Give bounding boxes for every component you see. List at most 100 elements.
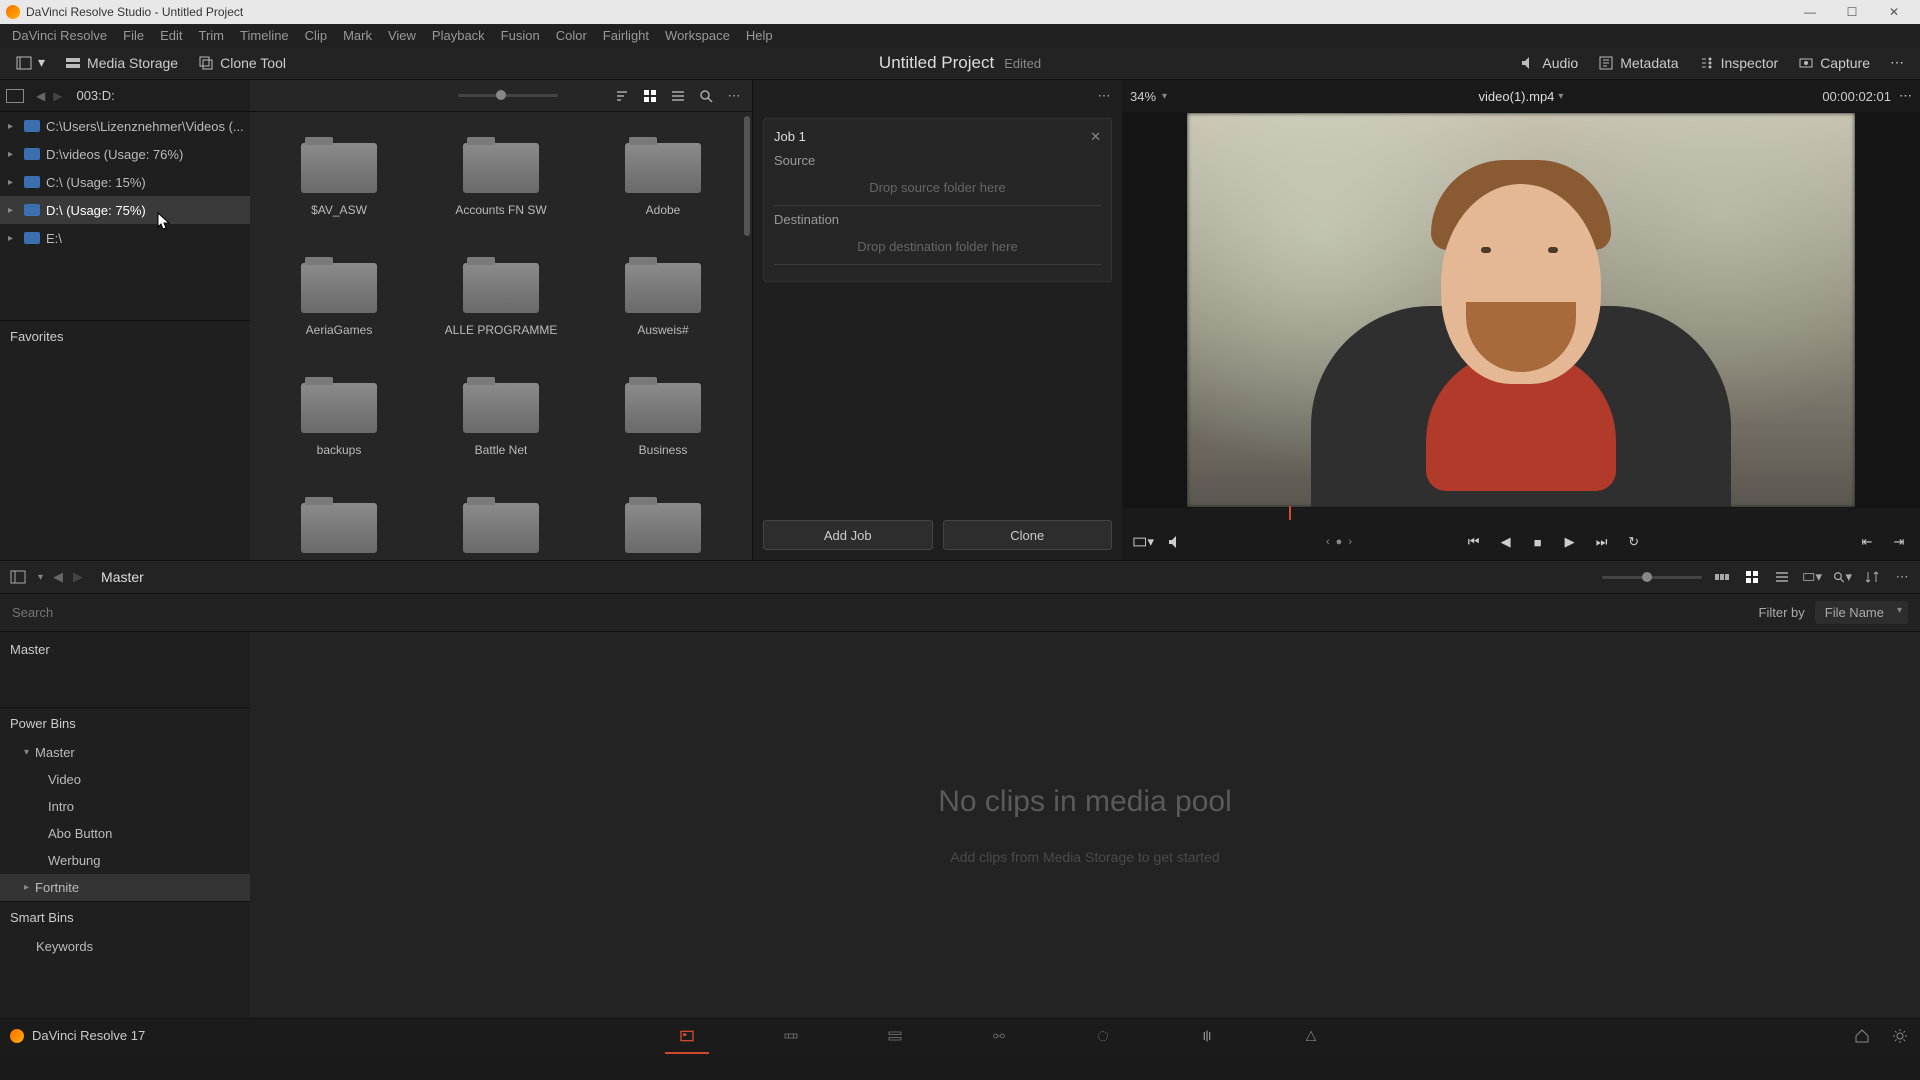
page-deliver-button[interactable] <box>1299 1024 1323 1048</box>
folder-item[interactable]: Business <box>584 362 742 478</box>
layout-dropdown-button[interactable]: ▾ <box>6 50 55 75</box>
folder-item[interactable]: $AV_ASW <box>260 122 418 238</box>
power-bin-child[interactable]: Abo Button <box>0 820 250 847</box>
stop-button[interactable]: ■ <box>1527 531 1549 553</box>
viewer-scrubber[interactable] <box>1134 508 1908 524</box>
metadata-panel-button[interactable]: Metadata <box>1588 50 1688 75</box>
sort-button[interactable] <box>612 86 632 106</box>
in-out-button[interactable]: ⇥ <box>1888 531 1910 553</box>
chevron-down-icon[interactable]: ▾ <box>1558 91 1563 102</box>
power-bin-child[interactable]: Video <box>0 766 250 793</box>
menu-trim[interactable]: Trim <box>191 28 233 43</box>
page-edit-button[interactable] <box>883 1024 907 1048</box>
power-bin-child[interactable]: Intro <box>0 793 250 820</box>
page-color-button[interactable] <box>1091 1024 1115 1048</box>
folder-item[interactable]: ALLE PROGRAMME <box>422 242 580 358</box>
loop-button[interactable]: ↻ <box>1623 531 1645 553</box>
jump-first-button[interactable]: ⏮ <box>1463 531 1485 553</box>
menu-fusion[interactable]: Fusion <box>493 28 548 43</box>
drive-tree-item[interactable]: ▸C:\ (Usage: 15%) <box>0 168 250 196</box>
clone-destination-dropzone[interactable]: Drop destination folder here <box>774 229 1101 265</box>
pool-sort-button[interactable] <box>1862 567 1882 587</box>
pool-more-button[interactable]: ⋯ <box>1892 567 1912 587</box>
project-settings-button[interactable] <box>1890 1026 1910 1046</box>
inspector-panel-button[interactable]: Inspector <box>1689 50 1789 75</box>
chevron-down-icon[interactable]: ▾ <box>38 572 43 583</box>
more-menu-button[interactable]: ⋯ <box>1880 50 1914 75</box>
match-frame-button[interactable]: ⇤ <box>1856 531 1878 553</box>
home-button[interactable] <box>1852 1026 1872 1046</box>
pool-thumb-slider[interactable] <box>1602 576 1702 579</box>
page-fusion-button[interactable] <box>987 1024 1011 1048</box>
window-minimize-button[interactable]: — <box>1790 2 1830 22</box>
power-bin-item[interactable]: ▸Fortnite <box>0 874 250 901</box>
media-pool-area[interactable]: No clips in media pool Add clips from Me… <box>250 632 1920 1018</box>
viewer-more-button[interactable]: ⋯ <box>1899 88 1912 104</box>
menu-davinci[interactable]: DaVinci Resolve <box>4 28 115 43</box>
viewer-canvas[interactable] <box>1122 112 1920 508</box>
menu-mark[interactable]: Mark <box>335 28 380 43</box>
thumbnail-size-slider[interactable] <box>458 94 558 97</box>
pool-back-button[interactable]: ◀ <box>53 569 63 585</box>
page-media-button[interactable] <box>675 1024 699 1048</box>
folder-item[interactable]: DaVinci Resolve Wor <box>584 482 742 560</box>
menu-view[interactable]: View <box>380 28 424 43</box>
play-button[interactable]: ▶ <box>1559 531 1581 553</box>
page-cut-button[interactable] <box>779 1024 803 1048</box>
power-bin-item[interactable]: ▾Master <box>0 739 250 766</box>
folder-item[interactable]: Battle Net <box>422 362 580 478</box>
clone-tool-button[interactable]: Clone Tool <box>188 51 296 75</box>
folder-item[interactable]: custom logs <box>260 482 418 560</box>
viewer-zoom-value[interactable]: 34% <box>1130 89 1156 104</box>
menu-timeline[interactable]: Timeline <box>232 28 297 43</box>
volume-button[interactable] <box>1164 531 1186 553</box>
pool-list-view-button[interactable] <box>1772 567 1792 587</box>
capture-panel-button[interactable]: Capture <box>1788 50 1880 75</box>
menu-help[interactable]: Help <box>738 28 781 43</box>
add-job-button[interactable]: Add Job <box>763 520 933 550</box>
drive-tree-item[interactable]: ▸C:\Users\Lizenznehmer\Videos (... <box>0 112 250 140</box>
folder-item[interactable]: Ausweis# <box>584 242 742 358</box>
page-fairlight-button[interactable] <box>1195 1024 1219 1048</box>
menu-file[interactable]: File <box>115 28 152 43</box>
power-bin-child[interactable]: Werbung <box>0 847 250 874</box>
folder-item[interactable]: Accounts FN SW <box>422 122 580 238</box>
clone-button[interactable]: Clone <box>943 520 1113 550</box>
list-view-button[interactable] <box>668 86 688 106</box>
menu-edit[interactable]: Edit <box>152 28 190 43</box>
media-pool-search-input[interactable] <box>12 605 1759 620</box>
sidebar-toggle-icon[interactable] <box>6 89 24 103</box>
menu-workspace[interactable]: Workspace <box>657 28 738 43</box>
viewer-nav-dots[interactable]: ‹●› <box>1326 536 1352 548</box>
chevron-down-icon[interactable]: ▾ <box>1162 91 1167 102</box>
drive-tree-item[interactable]: ▸E:\ <box>0 224 250 252</box>
pool-aspect-button[interactable]: ▾ <box>1802 567 1822 587</box>
playhead-marker[interactable] <box>1289 506 1291 520</box>
menu-playback[interactable]: Playback <box>424 28 493 43</box>
pool-sidebar-toggle[interactable] <box>8 567 28 587</box>
pool-view-strip-button[interactable] <box>1712 567 1732 587</box>
audio-panel-button[interactable]: Audio <box>1510 50 1588 75</box>
pool-grid-view-button[interactable] <box>1742 567 1762 587</box>
step-back-button[interactable]: ◀ <box>1495 531 1517 553</box>
folder-item[interactable]: data <box>422 482 580 560</box>
clone-source-dropzone[interactable]: Drop source folder here <box>774 170 1101 206</box>
window-maximize-button[interactable]: ☐ <box>1832 2 1872 22</box>
menu-clip[interactable]: Clip <box>297 28 335 43</box>
menu-fairlight[interactable]: Fairlight <box>595 28 657 43</box>
menu-color[interactable]: Color <box>548 28 595 43</box>
bin-master-header[interactable]: Master <box>0 632 250 667</box>
filter-by-select[interactable]: File Name <box>1815 601 1908 624</box>
drive-tree-item[interactable]: ▸D:\ (Usage: 75%) <box>0 196 250 224</box>
clone-more-button[interactable]: ⋯ <box>1094 86 1114 106</box>
grid-view-button[interactable] <box>640 86 660 106</box>
pool-forward-button[interactable]: ▶ <box>73 569 83 585</box>
window-close-button[interactable]: ✕ <box>1874 2 1914 22</box>
jump-last-button[interactable]: ⏭ <box>1591 531 1613 553</box>
browser-more-button[interactable]: ⋯ <box>724 86 744 106</box>
viewer-mode-button[interactable]: ▾ <box>1132 531 1154 553</box>
path-forward-button[interactable]: ▶ <box>53 89 62 103</box>
smart-bin-item[interactable]: Keywords <box>0 933 250 960</box>
folder-item[interactable]: backups <box>260 362 418 478</box>
media-storage-button[interactable]: Media Storage <box>55 51 188 75</box>
